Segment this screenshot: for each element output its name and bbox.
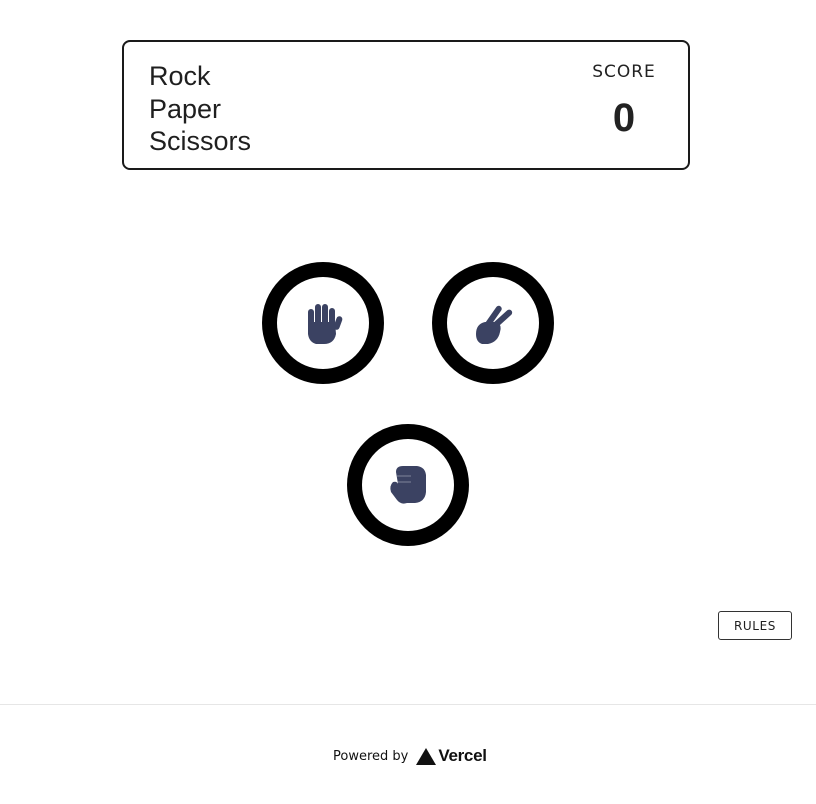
- scissors-choice-button[interactable]: [432, 262, 554, 384]
- hand-paper-icon: [308, 304, 343, 344]
- powered-by-text: Powered by: [333, 748, 409, 764]
- score-box: SCORE 0: [584, 62, 664, 141]
- hand-scissors-icon: [476, 305, 513, 344]
- score-value: 0: [612, 96, 636, 140]
- hand-rock-icon: [390, 466, 426, 504]
- title-line-scissors: Scissors: [149, 126, 252, 156]
- game-title: Rock Paper Scissors: [149, 60, 251, 158]
- score-header: Rock Paper Scissors SCORE 0: [122, 40, 690, 170]
- score-label: SCORE: [592, 62, 656, 82]
- scissors-choice-face: [447, 277, 539, 369]
- powered-by-vercel-link[interactable]: Powered by Vercel: [333, 746, 487, 766]
- rock-choice-button[interactable]: [347, 424, 469, 546]
- title-line-rock: Rock: [149, 61, 211, 91]
- vercel-logo: Vercel: [416, 746, 487, 766]
- paper-choice-button[interactable]: [262, 262, 384, 384]
- rock-choice-face: [362, 439, 454, 531]
- game-page: Rock Paper Scissors SCORE 0 RULES Powere…: [0, 0, 816, 804]
- footer: Powered by Vercel: [0, 704, 816, 804]
- vercel-brand-text: Vercel: [438, 746, 487, 765]
- title-line-paper: Paper: [149, 93, 222, 124]
- rules-button[interactable]: RULES: [718, 611, 792, 640]
- paper-choice-face: [277, 277, 369, 369]
- vercel-triangle-icon: [416, 747, 437, 765]
